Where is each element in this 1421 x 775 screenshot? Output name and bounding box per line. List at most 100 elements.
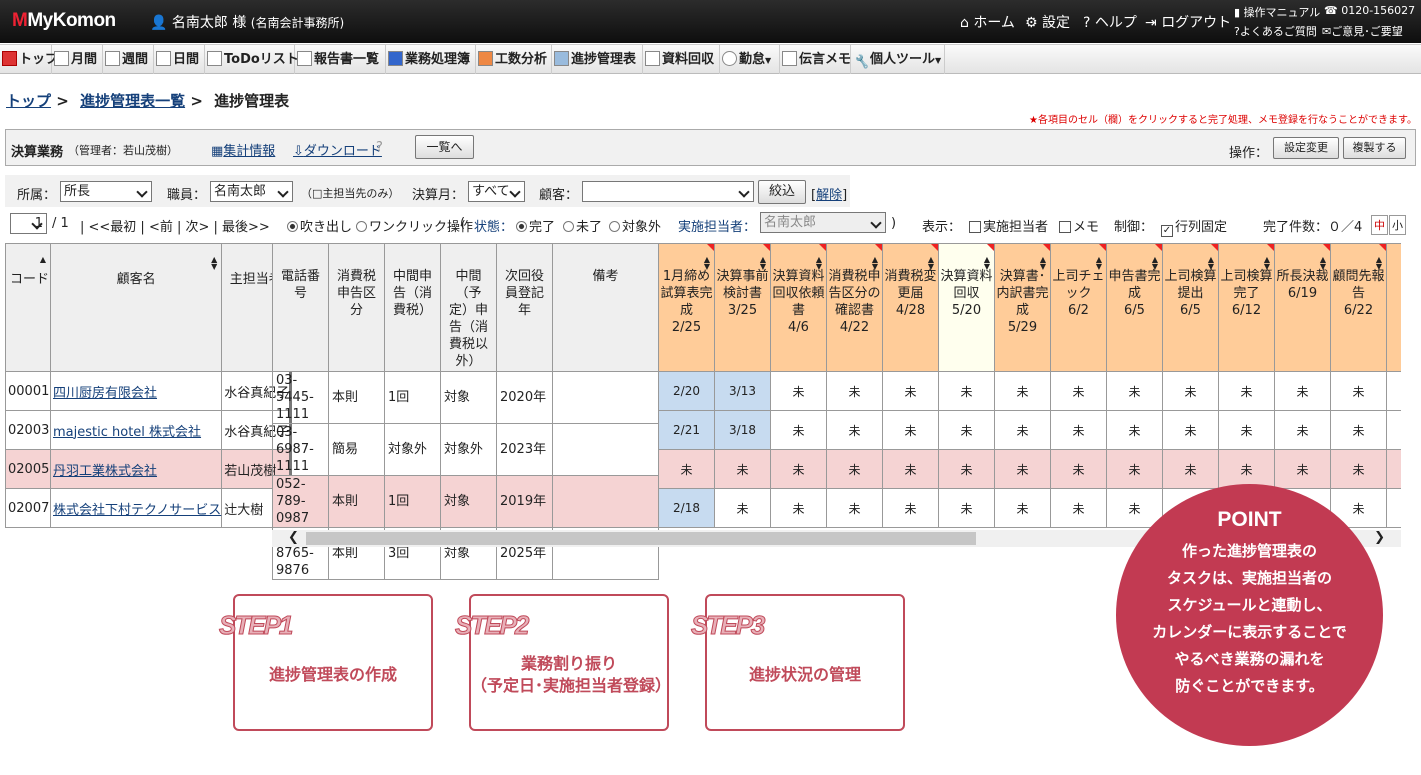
task-cell[interactable]: 未 — [994, 410, 1051, 450]
task-column-header[interactable]: ▲ ▼ 決算書･内訳書完成 5/29 — [994, 243, 1051, 372]
task-cell[interactable]: 未 — [1050, 371, 1107, 411]
task-cell[interactable]: 未 — [1050, 410, 1107, 450]
task-cell[interactable]: 未 — [770, 371, 827, 411]
sort-icon[interactable]: ▲ ▼ — [1208, 256, 1214, 271]
toolbar-monthly[interactable]: 月間 — [52, 45, 103, 74]
task-column-header[interactable]: ▲ ▼ 決算資料回収依頼書 4/6 — [770, 243, 827, 372]
task-cell[interactable]: 未 — [658, 449, 715, 489]
undone-radio[interactable]: 未了 — [563, 216, 602, 235]
sort-icon[interactable]: ▲ ▼ — [1320, 256, 1326, 271]
task-cell[interactable]: 未 — [1274, 449, 1331, 489]
show-person-checkbox[interactable]: 実施担当者 — [969, 216, 1048, 235]
task-cell[interactable]: 未 — [994, 488, 1051, 528]
to-list-button[interactable]: 一覧へ — [415, 135, 474, 159]
sort-icon[interactable]: ▲ ▼ — [984, 256, 990, 271]
faq-link[interactable]: ?よくあるご質問 — [1234, 23, 1317, 39]
task-cell[interactable]: 未 — [1330, 449, 1387, 489]
toolbar-man-hours[interactable]: 工数分析 — [476, 45, 552, 74]
col-client[interactable]: 顧客名 ▲ ▼ — [49, 243, 223, 372]
client-input[interactable] — [582, 181, 754, 202]
fix-rows-checkbox[interactable]: ✓ 行列固定 — [1161, 216, 1227, 237]
excluded-radio[interactable]: 対象外 — [609, 216, 661, 235]
dept-select[interactable]: 所長 — [60, 181, 152, 202]
help-icon[interactable]: ? — [376, 140, 383, 155]
manual-link[interactable]: ▮ 操作マニュアル — [1234, 4, 1320, 20]
task-cell[interactable]: 未 — [1330, 371, 1387, 411]
task-cell[interactable]: 未 — [1162, 371, 1219, 411]
search-button[interactable]: 絞込 — [758, 180, 806, 204]
task-cell[interactable]: 未 — [938, 410, 995, 450]
task-cell[interactable]: 3/18 — [714, 410, 771, 450]
toolbar-personal-tools[interactable]: 🔧個人ツール▼ — [851, 45, 945, 74]
sort-icon[interactable]: ▲ ▼ — [816, 256, 822, 271]
toolbar-reports[interactable]: 報告書一覧 — [295, 45, 386, 74]
toolbar-weekly[interactable]: 週間 — [103, 45, 154, 74]
task-cell[interactable]: 未 — [1106, 410, 1163, 450]
settings-link[interactable]: ⚙ 設定 — [1025, 12, 1070, 32]
task-cell[interactable]: 未 — [826, 410, 883, 450]
toolbar-daily[interactable]: 日間 — [154, 45, 205, 74]
task-cell[interactable]: 2/18 — [658, 488, 715, 528]
task-cell[interactable]: 未 — [882, 488, 939, 528]
task-cell[interactable]: 未 — [714, 488, 771, 528]
task-cell[interactable]: 未 — [826, 449, 883, 489]
task-cell[interactable]: 未 — [826, 371, 883, 411]
col-code[interactable]: コード ▲ — [5, 243, 51, 372]
task-cell[interactable]: 未 — [1162, 449, 1219, 489]
show-memo-checkbox[interactable]: メモ — [1059, 216, 1099, 235]
col-interim-other[interactable]: 中間（予定）申告（消費税以外） — [440, 243, 497, 372]
task-cell[interactable]: 未 — [1106, 449, 1163, 489]
sort-icon[interactable]: ▲ ▼ — [1264, 256, 1270, 271]
task-column-header[interactable]: ▲ ▼ 上司検算提出 6/5 — [1162, 243, 1219, 372]
sort-icon[interactable]: ▲ — [40, 256, 46, 264]
home-link[interactable]: ⌂ ホーム — [960, 12, 1015, 32]
task-cell[interactable] — [1386, 410, 1401, 450]
sort-icon[interactable]: ▲ ▼ — [1096, 256, 1102, 271]
person-select[interactable]: 名南太郎 — [760, 212, 886, 233]
scroll-left-icon[interactable]: ❮ — [288, 530, 299, 545]
task-cell[interactable]: 未 — [1218, 449, 1275, 489]
task-cell[interactable] — [1386, 488, 1401, 528]
col-phone[interactable]: 電話番号 — [272, 243, 329, 372]
scroll-thumb[interactable] — [306, 532, 976, 545]
sort-icon[interactable]: ▲ ▼ — [704, 256, 710, 271]
task-cell[interactable]: 2/21 — [658, 410, 715, 450]
mykomon-logo[interactable]: MMyKomon — [12, 10, 116, 32]
toolbar-attendance[interactable]: 勤怠▼ — [720, 45, 780, 74]
task-cell[interactable]: 未 — [1218, 371, 1275, 411]
summary-link[interactable]: ▦集計情報 — [211, 140, 275, 159]
task-cell[interactable]: 未 — [770, 449, 827, 489]
task-cell[interactable]: 未 — [938, 488, 995, 528]
task-cell[interactable]: 未 — [1050, 488, 1107, 528]
task-cell[interactable]: 3/13 — [714, 371, 771, 411]
change-settings-button[interactable]: 設定変更 — [1273, 137, 1339, 159]
task-cell[interactable]: 未 — [1218, 410, 1275, 450]
task-column-header[interactable]: ▲ ▼ 上司チェック 6/2 — [1050, 243, 1107, 372]
task-cell[interactable]: 未 — [1274, 371, 1331, 411]
download-link[interactable]: ⇩ダウンロード — [293, 140, 382, 159]
toolbar-todo[interactable]: ToDoリスト — [205, 45, 299, 74]
toolbar-materials[interactable]: 資料回収 — [643, 45, 720, 74]
col-registration[interactable]: 次回役員登記年 — [496, 243, 553, 372]
breadcrumb-top[interactable]: トップ — [6, 92, 51, 110]
client-link[interactable]: 四川厨房有限会社 — [53, 386, 157, 401]
sort-icon[interactable]: ▲ ▼ — [872, 256, 878, 271]
sort-icon[interactable]: ▲ ▼ — [1040, 256, 1046, 271]
task-cell[interactable]: 未 — [882, 410, 939, 450]
toolbar-memo[interactable]: 伝言メモ — [780, 45, 851, 74]
task-cell[interactable]: 未 — [1106, 371, 1163, 411]
task-column-header[interactable]: ▲ ▼ 消費税変更届 4/28 — [882, 243, 939, 372]
task-cell[interactable] — [1386, 371, 1401, 411]
done-radio[interactable]: 完了 — [516, 216, 555, 235]
client-link[interactable]: majestic hotel 株式会社 — [53, 425, 201, 440]
task-cell[interactable]: 未 — [1330, 410, 1387, 450]
client-link[interactable]: 株式会社下村テクノサービス — [53, 503, 221, 518]
task-column-header[interactable]: ▲ ▼ 顧問先報告 6/22 — [1330, 243, 1387, 372]
col-memo[interactable]: 備考 — [552, 243, 659, 372]
task-cell[interactable]: 未 — [1050, 449, 1107, 489]
toolbar-progress[interactable]: 進捗管理表 — [552, 45, 643, 74]
breadcrumb-list[interactable]: 進捗管理表一覧 — [80, 92, 185, 110]
task-column-header[interactable]: ▲ ▼納 — [1386, 243, 1401, 372]
size-medium-button[interactable]: 中 — [1371, 215, 1388, 235]
sort-icon[interactable]: ▲ ▼ — [928, 256, 934, 271]
